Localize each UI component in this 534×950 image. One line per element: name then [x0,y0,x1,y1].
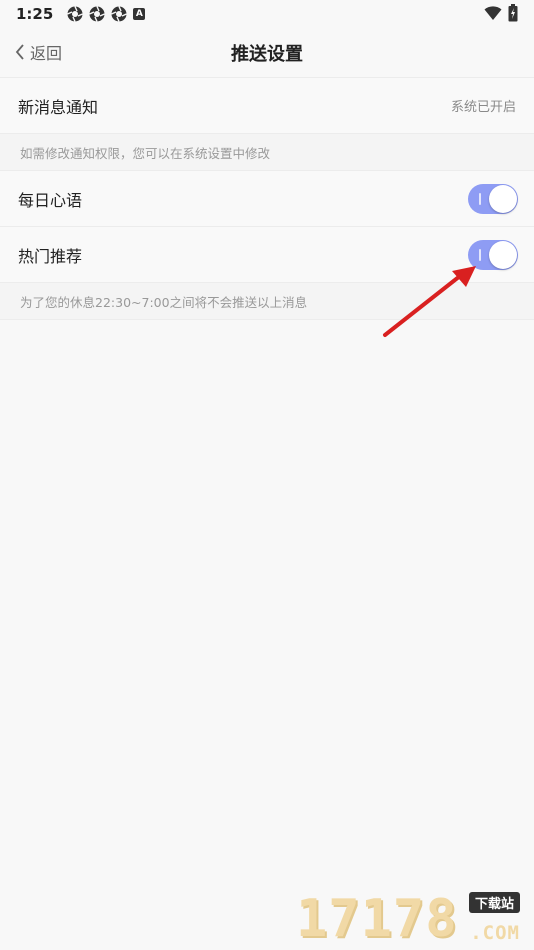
aperture-icon [67,6,84,22]
aperture-icon [111,6,128,22]
quiet-hours-hint: 为了您的休息22:30~7:00之间将不会推送以上消息 [0,283,534,320]
chevron-left-icon [15,44,24,60]
hot-recommend-row: 热门推荐 [0,227,534,283]
status-bar: 1:25 A [0,0,534,28]
notification-status: 系统已开启 [450,100,516,115]
status-time: 1:25 [16,5,54,23]
watermark-suffix: .COM [470,922,520,944]
daily-quote-toggle[interactable] [468,183,518,214]
push-settings-screen: 1:25 A 返回 推送设置 新消息通知 系统已开启 如需修改通知权限，您可以在… [0,0,534,950]
aperture-icon [89,6,106,22]
notification-row[interactable]: 新消息通知 系统已开启 [0,78,534,134]
daily-quote-label: 每日心语 [18,190,83,210]
nav-bar: 返回 推送设置 [0,28,534,78]
toggle-on-mark [479,248,481,261]
status-icons-right [484,4,518,22]
app-a-icon: A [133,8,146,20]
watermark-logo: 17178 下载站 .COM [296,890,526,948]
watermark-tag: 下载站 [468,892,520,913]
back-button[interactable]: 返回 [14,40,62,64]
daily-quote-row: 每日心语 [0,171,534,227]
toggle-knob [489,240,517,269]
notification-hint: 如需修改通知权限，您可以在系统设置中修改 [0,134,534,171]
hot-recommend-label: 热门推荐 [18,246,83,266]
battery-charging-icon [508,4,518,22]
toggle-knob [489,184,517,213]
notification-label: 新消息通知 [18,97,99,117]
page-title: 推送设置 [231,43,303,65]
back-label: 返回 [30,44,63,63]
watermark-digits: 17178 [296,889,458,949]
wifi-icon [484,6,502,20]
status-icons-left: A [67,6,146,22]
hot-recommend-toggle[interactable] [468,239,518,270]
toggle-on-mark [479,192,481,205]
